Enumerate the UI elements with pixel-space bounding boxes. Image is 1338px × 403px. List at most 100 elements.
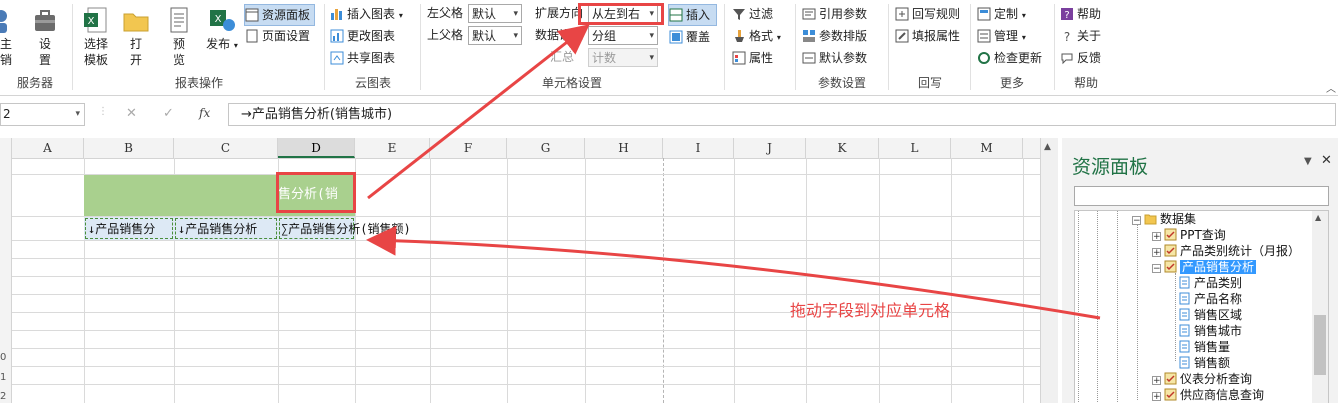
field-icon [1178,340,1191,353]
column-c[interactable]: C [174,138,278,158]
logout-button[interactable]: 主 销 [0,6,16,68]
formula-input[interactable]: →产品销售分析(销售城市) [228,103,1336,126]
tree-node-supplier-query[interactable]: + 供应商信息查询 [1152,387,1264,403]
collapse-ribbon-icon[interactable]: ︿ [1326,80,1336,95]
tree-scrollbar[interactable]: ▲ [1312,211,1328,403]
panel-pin-icon[interactable]: ▼ [1304,156,1312,167]
publish-button[interactable]: X 发布 ▾ [204,6,240,54]
resource-panel-button[interactable]: 资源面板 [244,4,316,26]
help-button[interactable]: ? 帮助 [1060,4,1101,24]
fx-icon[interactable]: fx [199,106,210,120]
column-k[interactable]: K [806,138,879,158]
feedback-icon [1060,51,1074,65]
param-layout-button[interactable]: 参数排版 [802,26,867,46]
about-button[interactable]: ? 关于 [1060,26,1101,46]
confirm-icon[interactable]: ✓ [163,106,174,121]
scroll-thumb[interactable] [1314,315,1326,375]
grid-scrollbar[interactable]: ▲ [1040,138,1058,403]
manage-button[interactable]: 管理 ▾ [977,26,1026,46]
left-parent-select[interactable]: 默认 ▾ [468,4,522,23]
reference-param-button[interactable]: 引用参数 [802,4,867,24]
data-setting-select[interactable]: 分组 ▾ [588,26,658,45]
share-chart-button[interactable]: 共享图表 [330,48,395,68]
column-a[interactable]: A [12,138,84,158]
open-button[interactable]: 打 开 [120,6,152,68]
tree-field-sales-region[interactable]: 销售区域 [1178,307,1242,323]
tree-node-category-stats[interactable]: + 产品类别统计（月报） [1152,243,1300,259]
page-setup-button[interactable]: 页面设置 [245,26,310,46]
customize-button[interactable]: 定制 ▾ [977,4,1026,24]
check-update-button[interactable]: 检查更新 [977,48,1042,68]
chevron-down-icon: ▾ [513,9,518,19]
column-e[interactable]: E [355,138,430,158]
toolbox-icon [31,6,59,34]
cancel-icon[interactable]: ✕ [126,106,137,121]
chart-edit-icon [330,29,344,43]
panel-close-icon[interactable]: ✕ [1321,153,1332,168]
tree-field-sales-quantity[interactable]: 销售量 [1178,339,1230,355]
preview-button[interactable]: 预 览 [164,6,194,68]
insert-button[interactable]: 插入 [668,4,718,26]
column-h[interactable]: H [585,138,663,158]
group-label-cloud: 云图表 [354,76,391,90]
tree-node-dashboard-query[interactable]: + 仪表分析查询 [1152,371,1252,387]
scroll-up-icon[interactable]: ▲ [1044,142,1051,152]
insert-chart-button[interactable]: 插入图表 ▾ [330,4,403,24]
b-field-cell[interactable]: ↓产品销售分 [85,218,173,239]
tree-field-product-category[interactable]: 产品类别 [1178,275,1242,291]
panel-search-input[interactable] [1074,186,1329,206]
top-parent-select[interactable]: 默认 ▾ [468,26,522,45]
format-button[interactable]: 格式 ▾ [732,26,781,46]
column-i[interactable]: I [663,138,734,158]
filter-button[interactable]: 过滤 [732,4,773,24]
row-number[interactable]: 2 [0,391,6,402]
name-box[interactable]: 2 ▾ [0,103,85,126]
select-template-button[interactable]: X 选择 模板 [78,6,114,68]
chevron-down-icon: ▾ [75,109,80,119]
expand-icon[interactable]: + [1152,232,1161,242]
svg-text:?: ? [1064,30,1070,43]
tree-field-product-name[interactable]: 产品名称 [1178,291,1242,307]
row-number[interactable]: 1 [0,372,6,383]
feedback-button[interactable]: 反馈 [1060,48,1101,68]
expand-icon[interactable]: + [1152,392,1161,402]
column-g[interactable]: G [507,138,585,158]
expand-icon[interactable]: + [1152,376,1161,386]
writeback-rule-button[interactable]: 回写规则 [895,4,960,24]
column-j[interactable]: J [734,138,806,158]
refresh-icon [977,51,991,65]
chevron-down-icon: ▾ [649,31,654,41]
scroll-up-icon[interactable]: ▲ [1315,213,1321,222]
collapse-icon[interactable]: − [1152,264,1161,274]
page-icon [245,29,259,43]
select-all-corner[interactable] [0,138,12,158]
override-icon [669,30,683,44]
column-d[interactable]: D [278,138,355,158]
summary-select[interactable]: 计数 ▾ [588,48,658,67]
tree-node-product-sales[interactable]: − 产品销售分析 [1152,259,1257,275]
override-button[interactable]: 覆盖 [669,27,710,47]
bar-chart-icon [330,7,344,21]
tree-field-sales-city[interactable]: 销售城市 [1178,323,1242,339]
layout-icon [802,29,816,43]
tree-field-sales-amount[interactable]: 销售额 [1178,355,1230,371]
settings-button[interactable]: 设 置 [28,6,62,68]
column-l[interactable]: L [879,138,951,158]
chevron-down-icon: ▾ [776,33,781,42]
c-field-cell[interactable]: ↓产品销售分析 [175,218,277,239]
svg-text:X: X [215,14,222,25]
collapse-icon[interactable]: − [1132,216,1141,226]
tree-node-ppt-query[interactable]: + PPT查询 [1152,227,1226,243]
row-number[interactable]: 0 [0,352,6,363]
fill-property-button[interactable]: 填报属性 [895,26,960,46]
tree-node-dataset-folder[interactable]: − 数据集 [1132,211,1196,227]
column-b[interactable]: B [84,138,174,158]
change-chart-button[interactable]: 更改图表 [330,26,395,46]
property-icon [732,51,746,65]
expand-icon[interactable]: + [1152,248,1161,258]
highlight-box-expand-direction [578,3,664,25]
column-m[interactable]: M [951,138,1023,158]
column-f[interactable]: F [430,138,507,158]
default-param-button[interactable]: 默认参数 [802,48,867,68]
property-button[interactable]: 属性 [732,48,773,68]
